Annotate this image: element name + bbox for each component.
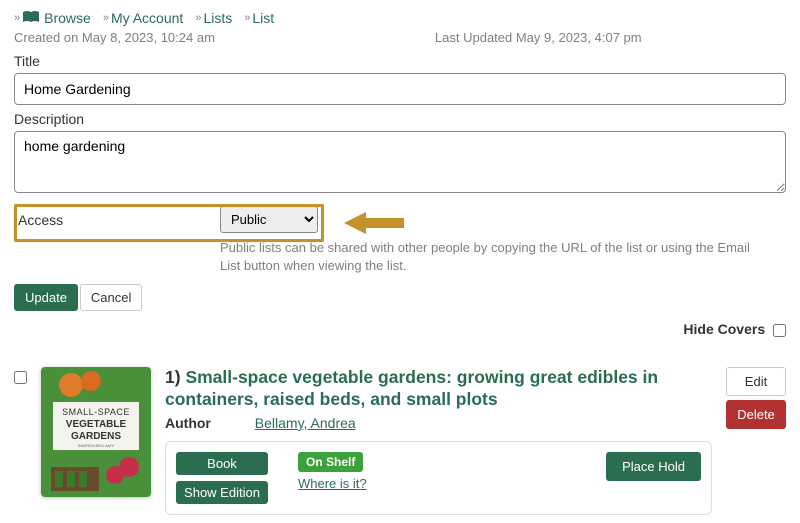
raquo-icon: » bbox=[244, 12, 250, 24]
item-actions: Edit Delete bbox=[726, 367, 786, 429]
update-button[interactable]: Update bbox=[14, 284, 78, 311]
author-row: Author Bellamy, Andrea bbox=[165, 415, 712, 431]
author-link[interactable]: Bellamy, Andrea bbox=[255, 415, 356, 431]
hide-covers-checkbox[interactable] bbox=[773, 324, 786, 337]
item-select-checkbox[interactable] bbox=[14, 371, 27, 384]
svg-text:VEGETABLE: VEGETABLE bbox=[66, 419, 127, 430]
list-item: SMALL-SPACE VEGETABLE GARDENS ANDREA BEL… bbox=[14, 367, 786, 515]
meta-row: Created on May 8, 2023, 10:24 am Last Up… bbox=[14, 30, 786, 45]
breadcrumb-lists-label: Lists bbox=[203, 10, 232, 26]
hide-covers-control: Hide Covers bbox=[14, 321, 786, 337]
raquo-icon: » bbox=[103, 12, 109, 24]
created-on-label: Created on May 8, 2023, 10:24 am bbox=[14, 30, 215, 45]
item-title: 1) Small-space vegetable gardens: growin… bbox=[165, 367, 712, 411]
form-buttons: Update Cancel bbox=[14, 284, 786, 311]
access-row: Access Public Public lists can be shared… bbox=[14, 206, 786, 274]
description-label: Description bbox=[14, 111, 786, 127]
breadcrumb-list[interactable]: » List bbox=[244, 10, 274, 26]
last-updated-label: Last Updated May 9, 2023, 4:07 pm bbox=[435, 30, 642, 45]
svg-text:ANDREA BELLAMY: ANDREA BELLAMY bbox=[78, 443, 114, 448]
author-label: Author bbox=[165, 415, 211, 431]
format-book-button[interactable]: Book bbox=[176, 452, 268, 475]
breadcrumb-my-account[interactable]: » My Account bbox=[103, 10, 184, 26]
place-hold-button[interactable]: Place Hold bbox=[606, 452, 701, 481]
cancel-button[interactable]: Cancel bbox=[80, 284, 142, 311]
where-is-it-link[interactable]: Where is it? bbox=[298, 476, 367, 491]
breadcrumb-my-account-label: My Account bbox=[111, 10, 183, 26]
breadcrumb-browse[interactable]: » Browse bbox=[14, 10, 91, 26]
breadcrumb-lists[interactable]: » Lists bbox=[195, 10, 232, 26]
raquo-icon: » bbox=[14, 12, 20, 24]
book-cover[interactable]: SMALL-SPACE VEGETABLE GARDENS ANDREA BEL… bbox=[41, 367, 151, 497]
breadcrumb-list-label: List bbox=[252, 10, 274, 26]
item-number: 1) bbox=[165, 367, 181, 387]
access-select[interactable]: Public bbox=[220, 206, 318, 233]
edit-button[interactable]: Edit bbox=[726, 367, 786, 396]
access-label: Access bbox=[14, 206, 220, 234]
svg-text:SMALL-SPACE: SMALL-SPACE bbox=[62, 407, 130, 417]
svg-text:GARDENS: GARDENS bbox=[71, 431, 121, 442]
item-title-link[interactable]: Small-space vegetable gardens: growing g… bbox=[165, 367, 658, 409]
format-buttons: Book Show Edition bbox=[176, 452, 268, 504]
raquo-icon: » bbox=[195, 12, 201, 24]
delete-button[interactable]: Delete bbox=[726, 400, 786, 429]
description-textarea[interactable]: home gardening bbox=[14, 131, 786, 193]
breadcrumb: » Browse » My Account » Lists » List bbox=[14, 8, 786, 30]
show-edition-button[interactable]: Show Edition bbox=[176, 481, 268, 504]
book-open-icon bbox=[22, 10, 40, 26]
hide-covers-label: Hide Covers bbox=[683, 321, 765, 337]
access-help-text: Public lists can be shared with other pe… bbox=[220, 239, 760, 274]
item-detail-card: Book Show Edition On Shelf Where is it? … bbox=[165, 441, 712, 515]
arrow-left-icon bbox=[344, 210, 404, 236]
title-label: Title bbox=[14, 53, 786, 69]
breadcrumb-browse-label: Browse bbox=[44, 10, 91, 26]
item-main: 1) Small-space vegetable gardens: growin… bbox=[165, 367, 712, 515]
status-column: On Shelf Where is it? bbox=[298, 452, 367, 491]
status-badge: On Shelf bbox=[298, 452, 363, 472]
title-input[interactable] bbox=[14, 73, 786, 105]
